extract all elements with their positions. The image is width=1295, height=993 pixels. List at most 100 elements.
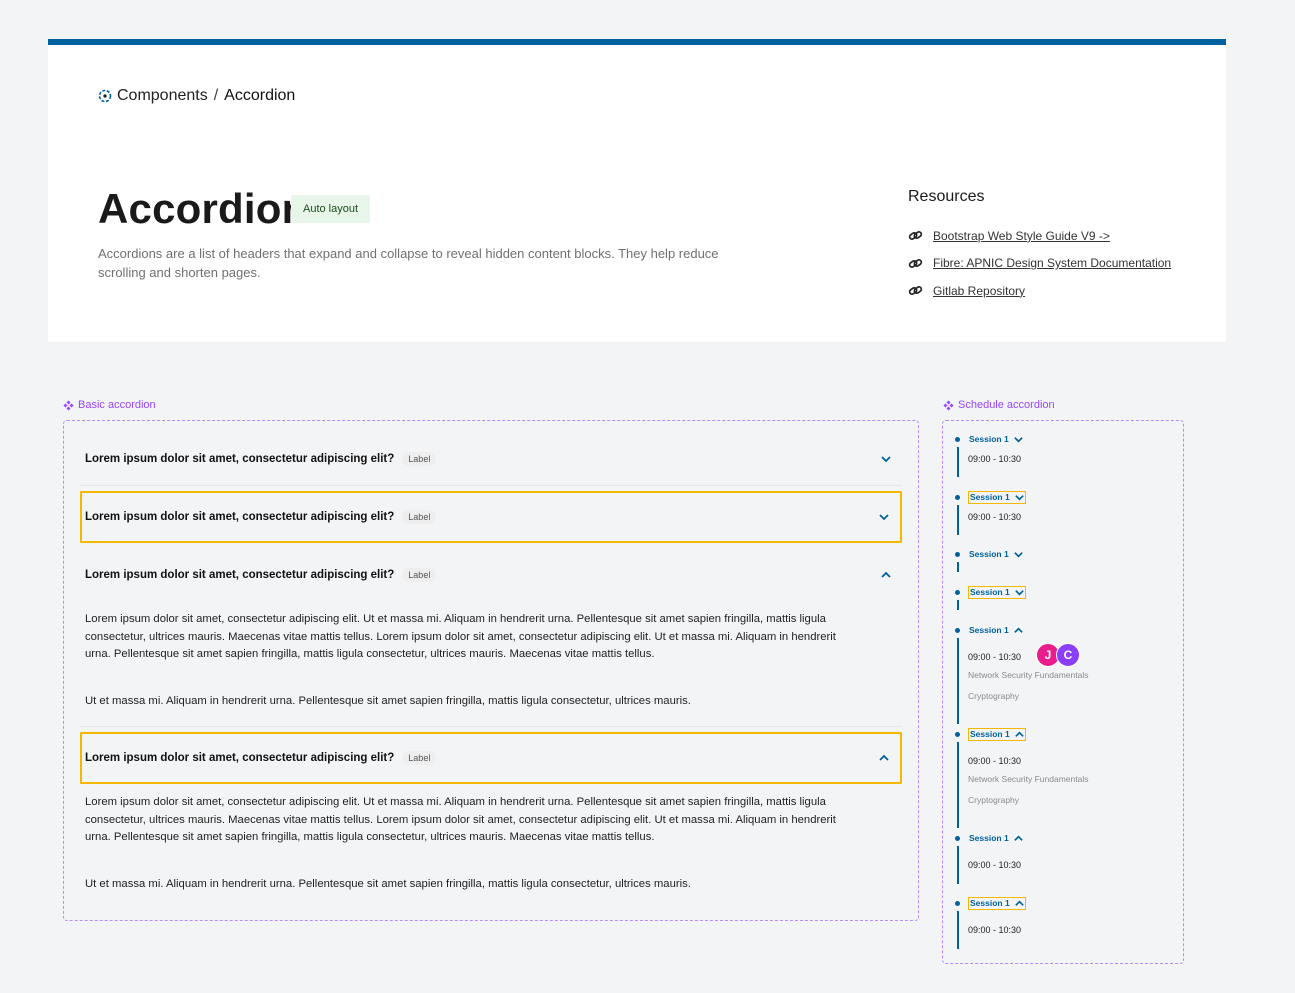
- resource-link-text[interactable]: Gitlab Repository: [933, 284, 1025, 298]
- component-icon: [63, 399, 74, 411]
- session-title: Session 1: [970, 587, 1010, 597]
- breadcrumb-separator: /: [213, 87, 219, 104]
- accordion-header[interactable]: Lorem ipsum dolor sit amet, consectetur …: [80, 732, 902, 784]
- schedule-accordion: Session 1 09:00 - 10:30 Session 1 09:00 …: [942, 420, 1184, 964]
- chevron-up-icon[interactable]: [1014, 729, 1025, 740]
- chevron-up-icon[interactable]: [1013, 833, 1024, 844]
- session-topic: Network Security Fundamentals: [968, 670, 1089, 680]
- accordion-question: Lorem ipsum dolor sit amet, consectetur …: [85, 511, 395, 523]
- session-title: Session 1: [970, 898, 1010, 908]
- logo-icon: [98, 89, 112, 103]
- session-time: 09:00 - 10:30: [968, 860, 1022, 870]
- session-topic: Network Security Fundamentals: [968, 774, 1089, 784]
- accordion-label-chip: Label: [402, 568, 437, 582]
- accordion-header[interactable]: Lorem ipsum dolor sit amet, consectetur …: [80, 549, 902, 601]
- chevron-up-icon[interactable]: [880, 569, 892, 581]
- timeline-dot: [955, 900, 960, 906]
- chevron-up-icon[interactable]: [1014, 898, 1025, 909]
- schedule-header[interactable]: Session 1: [955, 548, 1024, 560]
- timeline-line: [957, 600, 959, 610]
- selection-box: Session 1: [968, 585, 1026, 599]
- divider: [80, 485, 902, 486]
- resource-link-text[interactable]: Bootstrap Web Style Guide V9 ->: [933, 229, 1110, 243]
- breadcrumb-parent[interactable]: Components: [117, 87, 208, 105]
- timeline-line: [957, 846, 959, 884]
- resources-title: Resources: [908, 188, 985, 205]
- schedule-accordion-label: Schedule accordion: [943, 399, 1055, 411]
- session-title: Session 1: [970, 729, 1010, 739]
- timeline-line: [957, 742, 959, 828]
- timeline-dot: [955, 494, 960, 500]
- header-card: Components / Accordion Accordion Auto la…: [48, 39, 1226, 342]
- schedule-item[interactable]: Session 1 09:00 - 10:30: [955, 490, 1026, 535]
- avatar[interactable]: C: [1056, 643, 1080, 667]
- chevron-down-icon[interactable]: [1013, 434, 1024, 445]
- schedule-item[interactable]: Session 1 09:00 - 10:30 Network Security…: [955, 727, 1088, 828]
- resources-list: Bootstrap Web Style Guide V9 -> Fibre: A…: [908, 222, 1171, 305]
- timeline-dot: [955, 436, 960, 442]
- session-title: Session 1: [969, 625, 1009, 635]
- basic-accordion: Lorem ipsum dolor sit amet, consectetur …: [63, 420, 919, 921]
- accordion-question: Lorem ipsum dolor sit amet, consectetur …: [85, 752, 395, 764]
- chevron-down-icon[interactable]: [878, 511, 890, 523]
- link-icon: [908, 258, 923, 268]
- schedule-header[interactable]: Session 1: [955, 585, 1026, 599]
- schedule-item[interactable]: Session 1 09:00 - 10:30: [955, 832, 1024, 884]
- resource-link[interactable]: Bootstrap Web Style Guide V9 ->: [908, 222, 1171, 250]
- schedule-header[interactable]: Session 1: [955, 896, 1026, 910]
- timeline-line: [957, 562, 959, 572]
- timeline-dot: [955, 627, 960, 633]
- session-topic: Cryptography: [968, 691, 1020, 701]
- session-time: 09:00 - 10:30: [968, 925, 1022, 935]
- chevron-down-icon[interactable]: [1013, 549, 1024, 560]
- session-title: Session 1: [970, 492, 1010, 502]
- session-time: 09:00 - 10:30: [968, 652, 1022, 662]
- timeline-line: [957, 505, 959, 535]
- chevron-down-icon[interactable]: [1014, 587, 1025, 598]
- chevron-up-icon[interactable]: [1013, 625, 1024, 636]
- schedule-header[interactable]: Session 1: [955, 433, 1024, 445]
- link-icon: [908, 231, 923, 241]
- accordion-body-paragraph: Lorem ipsum dolor sit amet, consectetur …: [85, 613, 836, 661]
- selection-box: Session 1: [968, 896, 1026, 910]
- accordion-question: Lorem ipsum dolor sit amet, consectetur …: [85, 569, 395, 581]
- accordion-header[interactable]: Lorem ipsum dolor sit amet, consectetur …: [80, 433, 902, 485]
- chevron-down-icon[interactable]: [880, 453, 892, 465]
- schedule-header[interactable]: Session 1: [955, 832, 1024, 844]
- auto-layout-badge: Auto layout: [291, 195, 371, 223]
- schedule-item[interactable]: Session 1: [955, 585, 1026, 610]
- resource-link[interactable]: Gitlab Repository: [908, 277, 1171, 305]
- accordion-question: Lorem ipsum dolor sit amet, consectetur …: [85, 453, 395, 465]
- schedule-item[interactable]: Session 1 09:00 - 10:30: [955, 433, 1024, 477]
- session-time: 09:00 - 10:30: [968, 512, 1022, 522]
- timeline-line: [957, 447, 959, 477]
- schedule-header[interactable]: Session 1: [955, 727, 1026, 741]
- accordion-label-chip: Label: [402, 751, 437, 765]
- schedule-item[interactable]: Session 1 09:00 - 10:30: [955, 896, 1026, 949]
- schedule-header[interactable]: Session 1: [955, 624, 1024, 636]
- timeline-dot: [955, 731, 960, 737]
- link-icon: [908, 286, 923, 296]
- session-time: 09:00 - 10:30: [968, 756, 1022, 766]
- schedule-item[interactable]: Session 1: [955, 548, 1024, 572]
- divider: [80, 726, 902, 727]
- accordion-body-paragraph: Ut et massa mi. Aliquam in hendrerit urn…: [85, 878, 691, 890]
- selection-box: Session 1: [968, 727, 1026, 741]
- accordion-body-paragraph: Lorem ipsum dolor sit amet, consectetur …: [85, 796, 836, 844]
- schedule-item[interactable]: Session 1 09:00 - 10:30 Network Security…: [955, 624, 1088, 724]
- collaborator-avatars: J C: [1036, 643, 1080, 667]
- resource-link[interactable]: Fibre: APNIC Design System Documentation: [908, 250, 1171, 278]
- session-time: 09:00 - 10:30: [968, 454, 1022, 464]
- timeline-dot: [955, 835, 960, 841]
- chevron-down-icon[interactable]: [1014, 492, 1025, 503]
- accordion-header[interactable]: Lorem ipsum dolor sit amet, consectetur …: [80, 491, 902, 543]
- component-icon: [943, 399, 954, 411]
- schedule-header[interactable]: Session 1: [955, 490, 1026, 504]
- chevron-up-icon[interactable]: [878, 752, 890, 764]
- timeline-line: [957, 911, 959, 949]
- basic-accordion-label-text: Basic accordion: [78, 399, 156, 411]
- session-topic: Cryptography: [968, 795, 1020, 805]
- accordion-body-paragraph: Ut et massa mi. Aliquam in hendrerit urn…: [85, 695, 691, 707]
- page-title: Accordion: [98, 185, 308, 232]
- resource-link-text[interactable]: Fibre: APNIC Design System Documentation: [933, 256, 1171, 270]
